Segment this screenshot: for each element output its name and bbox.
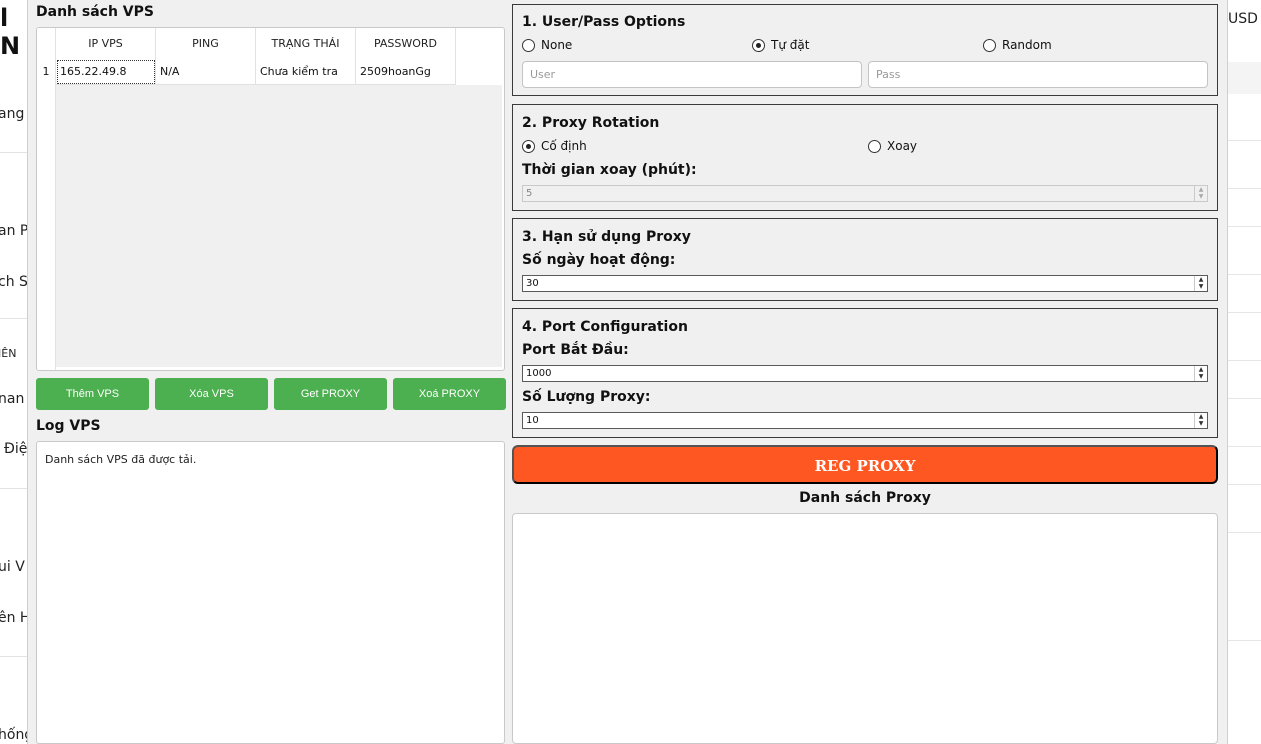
cell-password[interactable]: 2509hoanGg	[356, 59, 456, 85]
background-text: ang	[0, 106, 25, 122]
background-app-right: USD	[1228, 0, 1261, 744]
radio-label: Tự đặt	[771, 38, 810, 52]
spin-arrows-icon[interactable]: ▲ ▼	[1194, 366, 1207, 381]
background-text: IÊN	[0, 347, 17, 360]
proxy-rotation-panel: 2. Proxy Rotation Cố định Xoay Thời gian…	[512, 104, 1218, 211]
spin-arrows-icon[interactable]: ▲ ▼	[1194, 276, 1207, 291]
active-days-label: Số ngày hoạt động:	[522, 252, 676, 268]
radio-circle-icon	[868, 139, 881, 153]
user-pass-title: 1. User/Pass Options	[522, 14, 686, 30]
background-text: ui V	[0, 559, 25, 575]
add-vps-button[interactable]: Thêm VPS	[36, 378, 149, 410]
background-app-sidebar: l N ang an P ch S IÊN nan Điệ ui V ên H …	[0, 0, 27, 744]
cell-ip[interactable]: 165.22.49.8	[56, 59, 156, 85]
rotation-interval-spinbox: 5 ▲ ▼	[522, 185, 1208, 202]
vps-table[interactable]: IP VPS PING TRẠNG THÁI PASSWORD 1 165.22…	[36, 27, 505, 371]
spinbox-value: 1000	[526, 368, 552, 379]
background-logo: l N	[0, 4, 20, 60]
active-days-spinbox[interactable]: 30 ▲ ▼	[522, 275, 1208, 292]
background-text: an P	[0, 223, 27, 239]
radio-label: Random	[1002, 38, 1052, 52]
background-text: ch S	[0, 274, 27, 290]
log-title: Log VPS	[36, 418, 101, 434]
delete-proxy-button[interactable]: Xoá PROXY	[393, 378, 506, 410]
row-number: 1	[37, 59, 56, 85]
radio-label: Cố định	[541, 139, 587, 153]
column-header-ip[interactable]: IP VPS	[56, 28, 156, 59]
radio-fixed[interactable]: Cố định	[522, 139, 587, 153]
cell-status[interactable]: Chưa kiểm tra	[256, 59, 356, 85]
radio-rotate[interactable]: Xoay	[868, 139, 917, 153]
radio-label: None	[541, 38, 573, 52]
radio-random[interactable]: Random	[983, 38, 1052, 52]
radio-selected-icon	[752, 38, 765, 52]
start-port-spinbox[interactable]: 1000 ▲ ▼	[522, 365, 1208, 382]
usage-title: 3. Hạn sử dụng Proxy	[522, 229, 691, 245]
user-input[interactable]: User	[522, 61, 862, 88]
background-currency: USD	[1228, 11, 1258, 27]
port-config-panel: 4. Port Configuration Port Bắt Đầu: 1000…	[512, 308, 1218, 438]
radio-circle-icon	[522, 38, 535, 52]
log-output[interactable]: Danh sách VPS đã được tải.	[36, 441, 505, 744]
column-header-status[interactable]: TRẠNG THÁI	[256, 28, 356, 59]
vps-table-header: IP VPS PING TRẠNG THÁI PASSWORD	[56, 28, 456, 59]
rotation-interval-label: Thời gian xoay (phút):	[522, 162, 697, 178]
table-empty-area	[56, 85, 502, 367]
column-header-password[interactable]: PASSWORD	[356, 28, 456, 59]
background-text: ên H	[0, 610, 27, 626]
table-row[interactable]: 1 165.22.49.8 N/A Chưa kiểm tra 2509hoan…	[37, 59, 456, 85]
rotation-title: 2. Proxy Rotation	[522, 115, 660, 131]
background-text: Điệ	[4, 441, 27, 457]
proxy-usage-panel: 3. Hạn sử dụng Proxy Số ngày hoạt động: …	[512, 218, 1218, 301]
pass-input[interactable]: Pass	[868, 61, 1208, 88]
spinbox-value: 10	[526, 415, 539, 426]
proxy-dialog: Danh sách VPS IP VPS PING TRẠNG THÁI PAS…	[27, 0, 1228, 744]
proxy-list-output[interactable]	[512, 513, 1218, 744]
spin-arrows-icon[interactable]: ▲ ▼	[1194, 413, 1207, 428]
log-line: Danh sách VPS đã được tải.	[45, 453, 197, 466]
user-pass-panel: 1. User/Pass Options None Tự đặt Random …	[512, 4, 1218, 96]
radio-selected-icon	[522, 139, 535, 153]
get-proxy-button[interactable]: Get PROXY	[274, 378, 387, 410]
proxy-count-label: Số Lượng Proxy:	[522, 389, 651, 405]
vps-list-title: Danh sách VPS	[36, 4, 154, 20]
radio-none[interactable]: None	[522, 38, 572, 52]
radio-label: Xoay	[887, 139, 918, 153]
port-title: 4. Port Configuration	[522, 319, 688, 335]
spinbox-value: 30	[526, 278, 539, 289]
radio-custom[interactable]: Tự đặt	[752, 38, 809, 52]
delete-vps-button[interactable]: Xóa VPS	[155, 378, 268, 410]
radio-circle-icon	[983, 38, 996, 52]
spin-arrows-icon: ▲ ▼	[1194, 186, 1207, 201]
cell-ping[interactable]: N/A	[156, 59, 256, 85]
column-header-ping[interactable]: PING	[156, 28, 256, 59]
start-port-label: Port Bắt Đầu:	[522, 342, 629, 358]
spinbox-value: 5	[526, 188, 533, 199]
background-text: hống	[0, 727, 27, 743]
background-text: nan	[0, 391, 25, 407]
reg-proxy-button[interactable]: REG PROXY	[512, 445, 1218, 484]
proxy-count-spinbox[interactable]: 10 ▲ ▼	[522, 412, 1208, 429]
proxy-list-title: Danh sách Proxy	[799, 490, 931, 506]
